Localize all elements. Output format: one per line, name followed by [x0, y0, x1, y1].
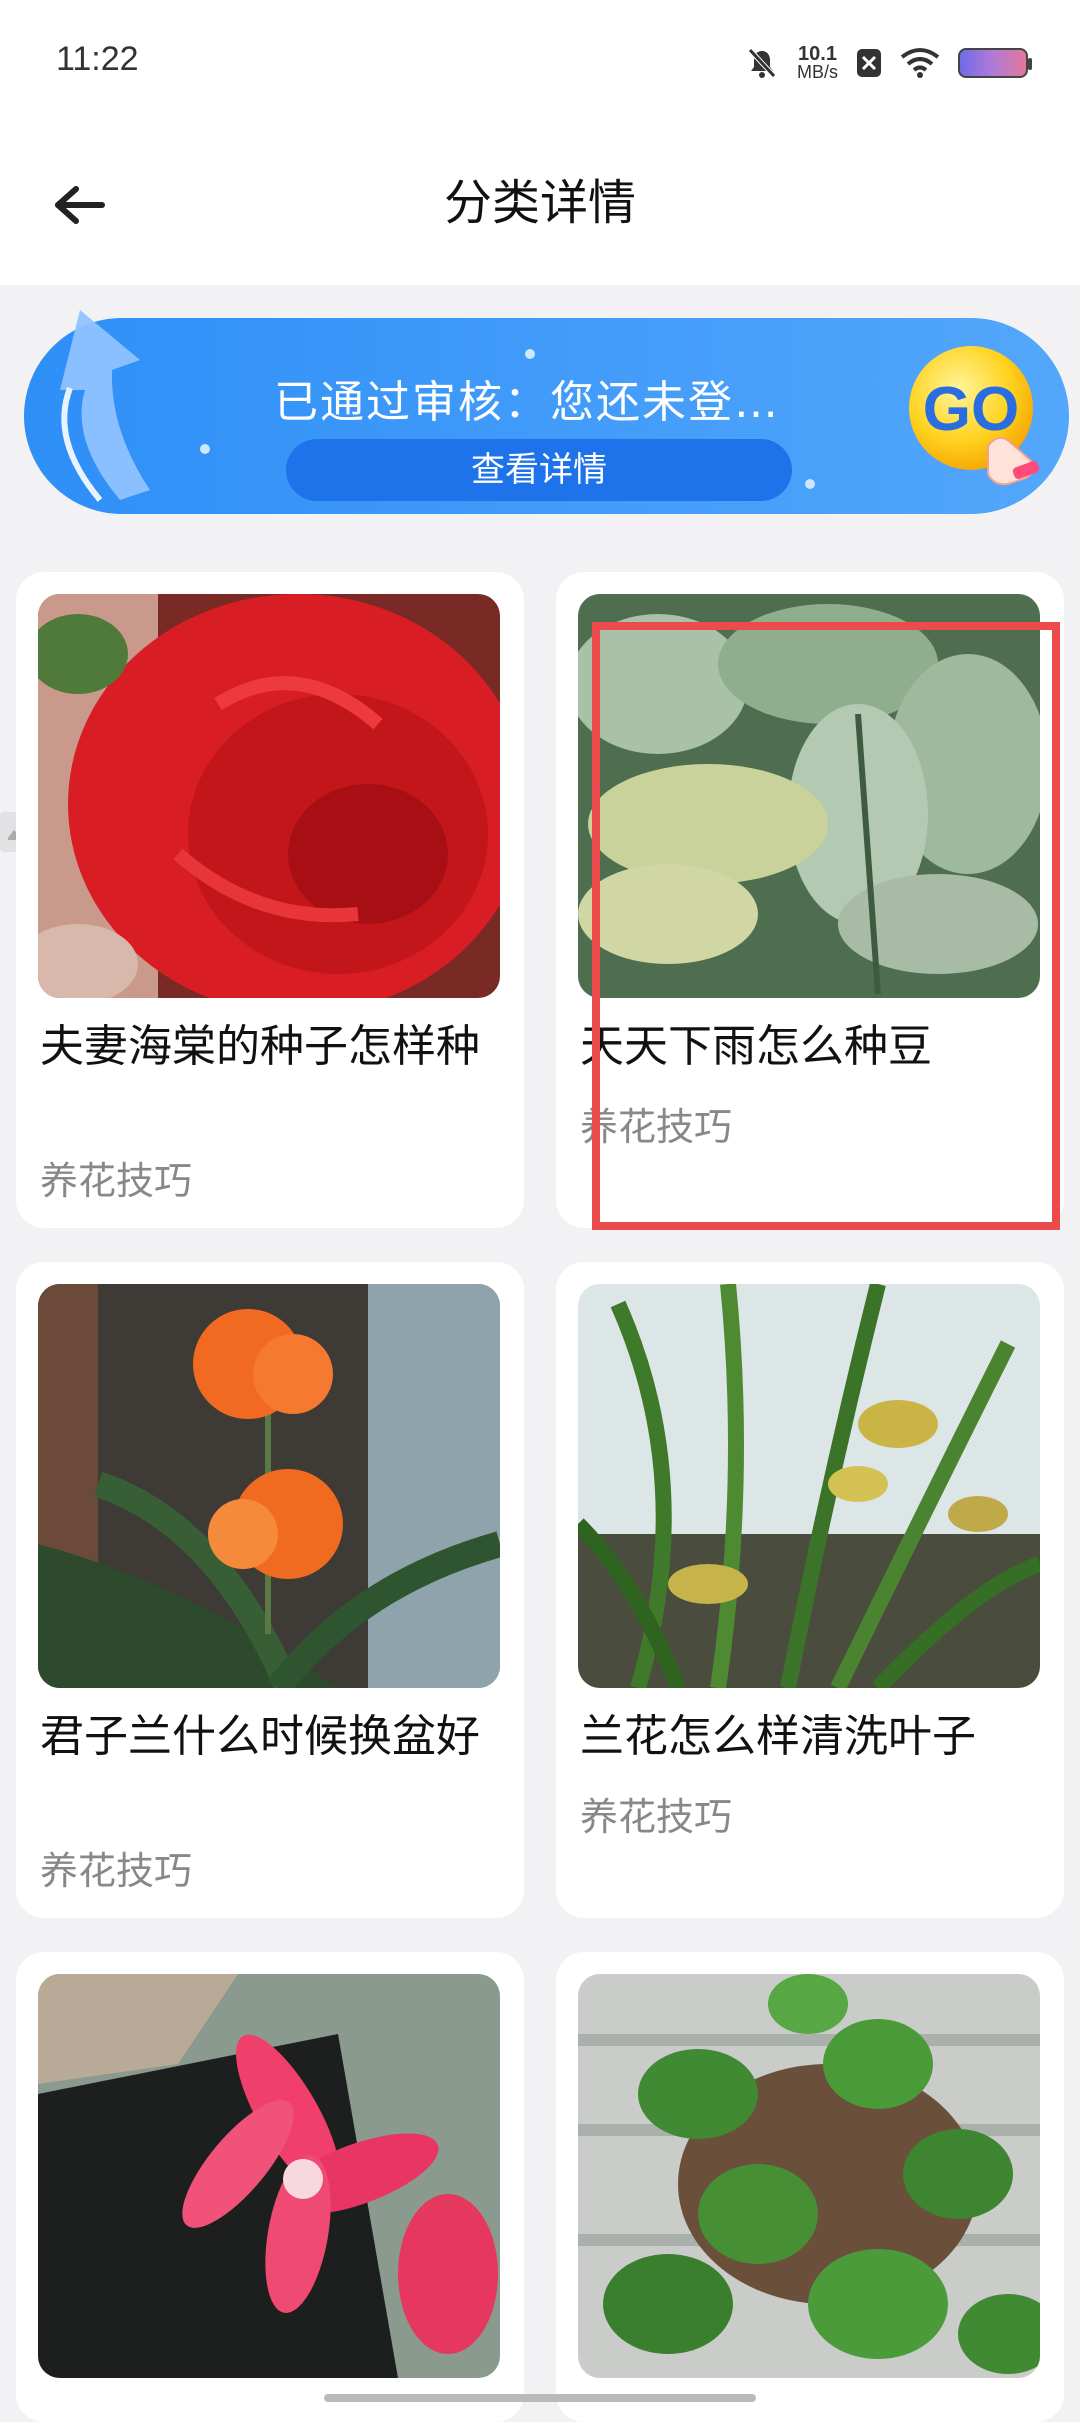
article-title: 君子兰什么时候换盆好: [40, 1711, 480, 1762]
article-category: 养花技巧: [580, 1795, 733, 1839]
header: 分类详情: [0, 125, 1080, 285]
article-card[interactable]: 夫妻海棠的种子怎样种 养花技巧: [16, 572, 524, 1228]
pink-flower-image: [38, 1974, 500, 2378]
orchid-image: [578, 1284, 1040, 1688]
article-title: 夫妻海棠的种子怎样种: [40, 1021, 480, 1072]
net-speed-unit: MB/s: [796, 62, 838, 82]
sim-blocked-icon: [857, 49, 881, 77]
article-image: [38, 1974, 500, 2378]
status-time: 11:22: [56, 40, 139, 78]
go-badge-text: GO: [923, 375, 1019, 444]
red-rose-image: [38, 594, 500, 998]
go-badge-icon[interactable]: GO: [893, 338, 1053, 488]
decor-dot: [805, 479, 815, 489]
ad-arrow-graphic: [60, 310, 150, 502]
home-indicator[interactable]: [324, 2394, 756, 2402]
article-category: 养花技巧: [40, 1159, 193, 1203]
status-icons: 10.1 MB/s: [745, 40, 1032, 86]
status-bar: 11:22 10.1 MB/s: [0, 0, 1080, 125]
page-title: 分类详情: [443, 175, 636, 231]
ad-text: 已通过审核：您还未登…: [274, 377, 780, 428]
ad-view-details-button[interactable]: 查看详情: [286, 439, 792, 501]
decor-dot: [525, 349, 535, 359]
net-speed: 10.1 MB/s: [796, 43, 838, 82]
article-image: [578, 1974, 1040, 2378]
article-card[interactable]: [16, 1952, 524, 2422]
article-category: 养花技巧: [40, 1849, 193, 1893]
mute-bell-icon: [748, 48, 776, 78]
article-image: [38, 594, 500, 998]
battery-icon: [958, 48, 1032, 78]
article-image: [38, 1284, 500, 1688]
clivia-image: [38, 1284, 500, 1688]
article-title: 兰花怎么样清洗叶子: [580, 1711, 976, 1762]
net-speed-value: 10.1: [798, 43, 837, 65]
article-card[interactable]: 兰花怎么样清洗叶子 养花技巧: [556, 1262, 1064, 1918]
decor-dot: [200, 444, 210, 454]
article-card[interactable]: [556, 1952, 1064, 2422]
pothos-image: [578, 1974, 1040, 2378]
highlight-box: [592, 622, 1060, 1230]
article-image: [578, 1284, 1040, 1688]
article-card[interactable]: 君子兰什么时候换盆好 养花技巧: [16, 1262, 524, 1918]
wifi-icon: [900, 48, 940, 78]
